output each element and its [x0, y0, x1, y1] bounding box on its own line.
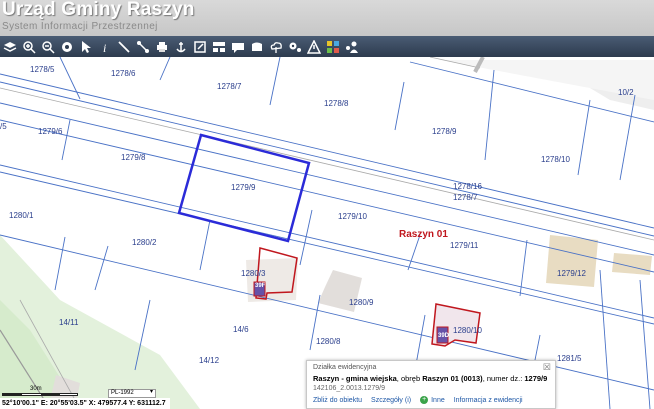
zoom-out-icon[interactable] — [39, 38, 56, 55]
toolbar: i — [0, 36, 654, 57]
parcel-label: 1279/10 — [338, 212, 367, 221]
parcel-label: 1280/9 — [349, 298, 374, 307]
parcel-label: 1278/7 — [217, 82, 242, 91]
precinct-label: Raszyn 01 — [399, 229, 448, 240]
building-badge: 39D — [438, 333, 450, 339]
mail-icon[interactable] — [248, 38, 265, 55]
color-grid-icon[interactable] — [324, 38, 341, 55]
parcel-label: 10/2 — [618, 88, 634, 97]
register-info-link[interactable]: Informacja z ewidencji — [454, 397, 523, 404]
crs-value: PL-1992 — [111, 390, 134, 396]
app-subtitle: System Informacji Przestrzennej — [2, 21, 158, 32]
warning-icon[interactable] — [305, 38, 322, 55]
parcel-label: 1279/9 — [231, 183, 256, 192]
plus-icon[interactable]: + — [420, 396, 429, 404]
parcel-label: 1278/7 — [453, 193, 478, 202]
select-arrow-icon[interactable] — [77, 38, 94, 55]
parcel-label: 1280/10 — [453, 326, 482, 335]
parcel-label: 1280/1 — [9, 211, 34, 220]
zoom-in-icon[interactable] — [20, 38, 37, 55]
parcel-label: 1279/8 — [121, 153, 146, 162]
app-header: Urząd Gminy Raszyn System Informacji Prz… — [0, 0, 654, 36]
parcel-label: 1278/5 — [30, 65, 55, 74]
parcel-label: 1278/8 — [324, 99, 349, 108]
app-title: Urząd Gminy Raszyn — [2, 0, 195, 20]
export-icon[interactable] — [191, 38, 208, 55]
zoom-to-object-link[interactable]: Zbliż do obiektu — [313, 397, 362, 404]
details-link[interactable]: Szczegóły (i) — [371, 397, 411, 404]
parcel-label: /5 — [0, 122, 7, 131]
parcel-number: 1279/9 — [524, 374, 548, 383]
settings-icon[interactable] — [286, 38, 303, 55]
parcel-label: 1278/6 — [111, 69, 136, 78]
layout-icon[interactable] — [210, 38, 227, 55]
info-icon[interactable]: i — [96, 38, 113, 55]
svg-text:i: i — [103, 41, 106, 54]
parcel-label: 1280/2 — [132, 238, 157, 247]
parcel-summary: Raszyn - gmina wiejska, obręb Raszyn 01 … — [313, 374, 547, 383]
print-icon[interactable] — [153, 38, 170, 55]
municipality: Raszyn - gmina wiejska — [313, 374, 397, 383]
parcel-info-panel: Działka ewidencyjna ☒ Raszyn - gmina wie… — [306, 360, 556, 409]
parcel-label: 1278/10 — [541, 155, 570, 164]
number-prefix: , numer dz.: — [482, 374, 525, 383]
panel-title: Działka ewidencyjna — [313, 364, 377, 371]
parcel-label: 14/6 — [233, 325, 249, 334]
layers-icon[interactable] — [1, 38, 18, 55]
parcel-label: 1278/16 — [453, 182, 482, 191]
parcel-label: 14/11 — [59, 318, 79, 327]
upload-icon[interactable] — [267, 38, 284, 55]
parcel-label: 1280/3 — [241, 269, 266, 278]
coordinates-readout: 52°10'00.1" E: 20°55'03.5" X: 479577.4 Y… — [0, 398, 170, 409]
comment-icon[interactable] — [229, 38, 246, 55]
precinct-prefix: , obręb — [396, 374, 423, 383]
parcel-label: 1281/5 — [557, 354, 582, 363]
anchor-icon[interactable] — [172, 38, 189, 55]
panel-actions: Zbliż do obiektu Szczegóły (i) + Inne In… — [313, 396, 532, 404]
close-icon[interactable]: ☒ — [543, 362, 551, 373]
map-canvas[interactable]: 1278/5 1278/6 1278/7 1278/8 1278/9 1278/… — [0, 57, 654, 409]
pin-icon[interactable] — [134, 38, 151, 55]
scale-label: 30m — [30, 386, 42, 392]
scale-graphic — [2, 393, 78, 396]
parcel-identifier: 142106_2.0013.1279/9 — [313, 385, 386, 392]
parcel-label: 1278/9 — [432, 127, 457, 136]
parcel-label: 1279/6 — [38, 127, 63, 136]
precinct: Raszyn 01 (0013) — [422, 374, 483, 383]
other-link[interactable]: Inne — [431, 397, 445, 404]
parcel-label: 1279/11 — [450, 241, 479, 250]
measure-line-icon[interactable] — [115, 38, 132, 55]
building-badge: 39F — [255, 283, 266, 289]
full-extent-icon[interactable] — [58, 38, 75, 55]
crs-select[interactable]: PL-1992 ▾ — [108, 389, 156, 398]
parcel-label: 1279/12 — [557, 269, 586, 278]
parcel-label: 1280/8 — [316, 337, 341, 346]
users-icon[interactable] — [343, 38, 360, 55]
parcel-label: 14/12 — [199, 356, 220, 365]
parcel-basemap — [0, 57, 654, 409]
chevron-down-icon: ▾ — [149, 389, 153, 395]
